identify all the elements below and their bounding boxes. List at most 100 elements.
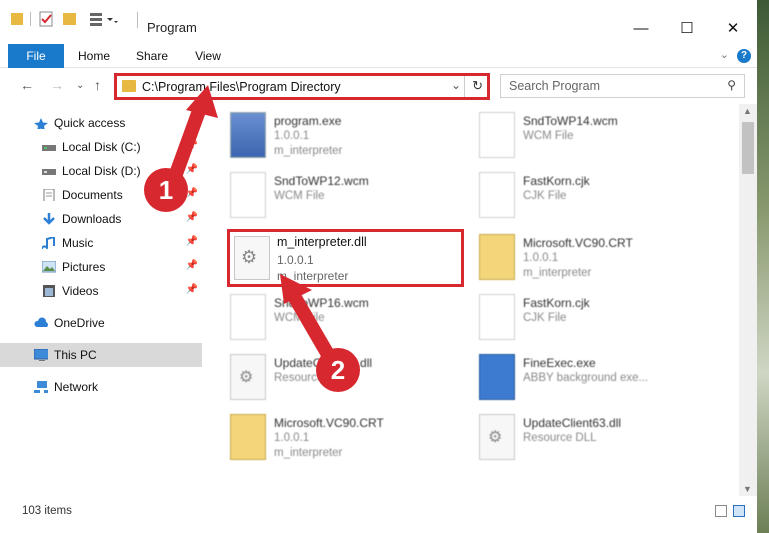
file-item[interactable]: ⚙ UpdateClient61.dll Resource DLL	[230, 350, 470, 406]
address-bar[interactable]: C:\Program Files\Program Directory ⌄ ↻	[114, 73, 490, 100]
properties-icon[interactable]	[38, 10, 54, 28]
sidebar-item-local-disk-d[interactable]: Local Disk (D:) 📌	[0, 159, 202, 183]
large-icons-view-icon[interactable]	[733, 505, 745, 517]
help-icon[interactable]: ?	[737, 49, 751, 63]
highlighted-file-item[interactable]: ⚙ m_interpreter.dll 1.0.0.1 m_interprete…	[227, 229, 464, 287]
pin-icon[interactable]: 📌	[186, 188, 198, 199]
sidebar-item-label: Local Disk (D:)	[62, 164, 141, 178]
customize-toolbar-icon[interactable]	[88, 10, 118, 28]
file-description: m_interpreter	[274, 145, 343, 157]
file-item[interactable]: SndToWP14.wcm WCM File	[479, 108, 719, 164]
file-type: WCM File	[523, 130, 574, 142]
file-name: program.exe	[274, 114, 342, 128]
expand-ribbon-chevron-icon[interactable]: ⌄	[720, 48, 729, 61]
gear-icon: ⚙	[239, 369, 254, 386]
sidebar-item-label: Quick access	[54, 116, 126, 130]
pin-icon[interactable]: 📌	[186, 260, 198, 271]
ribbon-tabs: File Home Share View ⌄ ?	[0, 44, 757, 68]
file-name: SndToWP14.wcm	[523, 114, 618, 128]
folder-zip-icon	[230, 414, 266, 460]
divider	[464, 76, 465, 97]
file-version: 1.0.0.1	[277, 253, 314, 267]
sidebar-item-videos[interactable]: Videos 📌	[0, 279, 202, 303]
tab-share[interactable]: Share	[132, 44, 172, 68]
sidebar-item-label: Network	[54, 380, 99, 394]
sidebar-item-network[interactable]: Network	[0, 375, 202, 399]
item-count: 103 items	[22, 505, 72, 517]
folder-icon	[122, 80, 136, 92]
file-description: m_interpreter	[274, 447, 343, 459]
details-view-icon[interactable]	[715, 505, 727, 517]
divider	[137, 12, 138, 28]
vertical-scrollbar[interactable]: ▲ ▼	[739, 104, 757, 496]
file-item[interactable]: SndToWP12.wcm WCM File	[230, 168, 470, 224]
gear-icon: ⚙	[488, 429, 503, 446]
pin-icon[interactable]: 📌	[186, 236, 198, 247]
sidebar-item-music[interactable]: Music 📌	[0, 231, 202, 255]
file-description: m_interpreter	[277, 269, 349, 283]
up-arrow-icon[interactable]: ↑	[94, 77, 101, 93]
status-bar: 103 items	[0, 496, 757, 533]
file-item[interactable]: FineExec.exe ABBY background exe...	[479, 350, 719, 406]
file-item[interactable]: SndToWP16.wcm WCM File	[230, 290, 470, 346]
new-folder-icon[interactable]	[62, 10, 78, 28]
pin-icon[interactable]: 📌	[186, 212, 198, 223]
file-item[interactable]: FastKorn.cjk CJK File	[479, 290, 719, 346]
file-version: 1.0.0.1	[274, 130, 310, 142]
scroll-up-arrow-icon[interactable]: ▲	[743, 106, 752, 116]
refresh-icon[interactable]: ↻	[472, 78, 483, 94]
file-name: SndToWP16.wcm	[274, 296, 369, 310]
file-type: Resource DLL	[523, 432, 597, 444]
computer-icon	[34, 349, 48, 361]
file-item[interactable]: FastKorn.cjk CJK File	[479, 168, 719, 224]
sidebar-item-label: Documents	[62, 188, 123, 202]
sidebar-item-local-disk-c[interactable]: Local Disk (C:) 📌	[0, 135, 202, 159]
scroll-down-arrow-icon[interactable]: ▼	[743, 484, 752, 494]
file-item[interactable]: Microsoft.VC90.CRT 1.0.0.1 m_interpreter	[479, 230, 719, 286]
tab-view[interactable]: View	[188, 44, 228, 68]
scrollbar-thumb[interactable]	[742, 122, 754, 174]
folder-zip-icon	[479, 234, 515, 280]
file-item[interactable]: Microsoft.VC90.CRT 1.0.0.1 m_interpreter	[230, 410, 470, 466]
pin-icon[interactable]: 📌	[186, 284, 198, 295]
pin-icon[interactable]: 📌	[186, 140, 198, 151]
search-icon[interactable]: ⚲	[727, 78, 736, 92]
recent-locations-chevron-icon[interactable]: ⌄	[76, 80, 84, 91]
file-item[interactable]: program.exe 1.0.0.1 m_interpreter	[230, 108, 470, 164]
forward-arrow-icon[interactable]: →	[50, 77, 64, 93]
exe-file-icon	[230, 112, 266, 158]
star-icon	[34, 118, 48, 129]
pin-icon[interactable]: 📌	[186, 164, 198, 175]
sidebar-item-onedrive[interactable]: OneDrive	[0, 311, 202, 335]
file-name: FastKorn.cjk	[523, 296, 590, 310]
document-icon	[479, 294, 515, 340]
sidebar-item-label: This PC	[54, 348, 97, 362]
maximize-icon: ☐	[680, 20, 694, 37]
close-button[interactable]: ✕	[710, 16, 756, 40]
sidebar-item-label: Music	[62, 236, 94, 250]
minimize-button[interactable]: —	[618, 16, 664, 40]
sidebar-item-label: Pictures	[62, 260, 106, 274]
tab-file[interactable]: File	[8, 44, 64, 68]
folder-icon[interactable]	[10, 10, 24, 28]
sidebar-item-pictures[interactable]: Pictures 📌	[0, 255, 202, 279]
file-type: WCM File	[274, 190, 325, 202]
sidebar-item-downloads[interactable]: Downloads 📌	[0, 207, 202, 231]
sidebar-item-quick-access[interactable]: Quick access	[0, 111, 202, 135]
address-dropdown-chevron-icon[interactable]: ⌄	[451, 78, 461, 92]
navigation-bar: ← → ⌄ ↑ C:\Program Files\Program Directo…	[0, 68, 757, 104]
sidebar-item-documents[interactable]: Documents 📌	[0, 183, 202, 207]
search-box[interactable]: ⚲	[500, 74, 745, 98]
search-input[interactable]	[509, 76, 709, 96]
desktop-background	[757, 0, 769, 533]
tab-home[interactable]: Home	[74, 44, 114, 68]
file-name: Microsoft.VC90.CRT	[523, 236, 633, 250]
document-icon	[479, 172, 515, 218]
file-type: CJK File	[523, 190, 567, 202]
maximize-button[interactable]: ☐	[664, 16, 710, 40]
sidebar-item-this-pc[interactable]: This PC	[0, 343, 202, 367]
back-arrow-icon[interactable]: ←	[20, 77, 34, 93]
file-type: ABBY background exe...	[523, 372, 649, 384]
file-item[interactable]: ⚙ UpdateClient63.dll Resource DLL	[479, 410, 719, 466]
address-path[interactable]: C:\Program Files\Program Directory	[142, 80, 341, 94]
